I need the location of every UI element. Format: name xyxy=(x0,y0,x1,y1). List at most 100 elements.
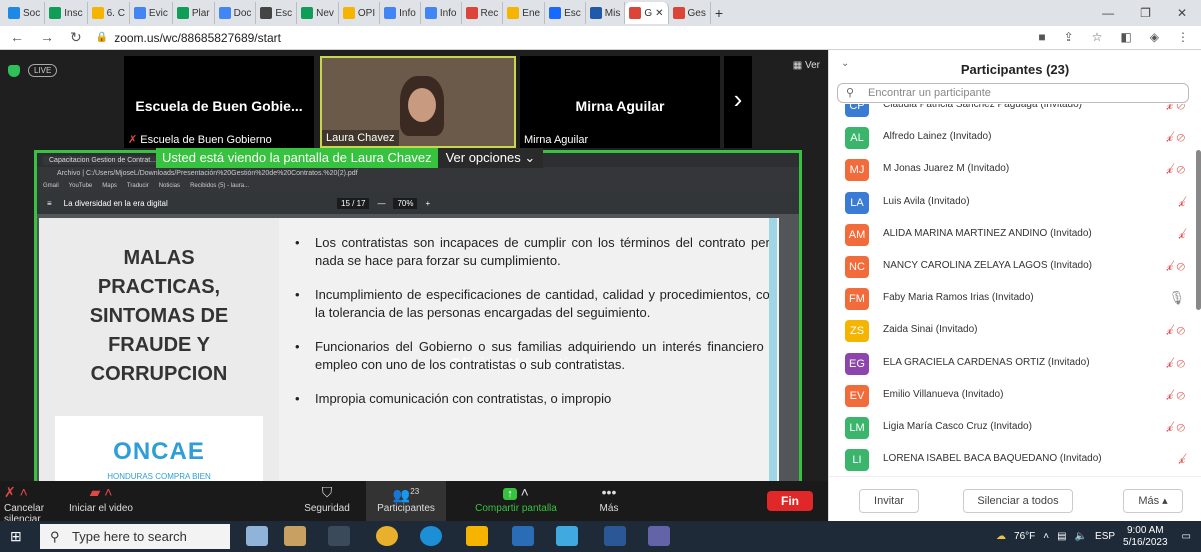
participant-row[interactable]: LA Luis Avila (Invitado) 𝓍̸ xyxy=(829,187,1201,219)
browser-tab[interactable]: Evic xyxy=(130,2,173,24)
notifications-icon[interactable]: ▭ xyxy=(1182,531,1191,542)
mute-all-button[interactable]: Silenciar a todos xyxy=(963,489,1073,513)
tile-big-name: Mirna Aguilar xyxy=(575,98,665,114)
participant-row[interactable]: ZS Zaida Sinai (Invitado) 𝓍̸ ⊘ xyxy=(829,315,1201,347)
menu-icon[interactable]: ⋮ xyxy=(1177,30,1189,44)
participant-row[interactable]: EV Emilio Villanueva (Invitado) 𝓍̸ ⊘ xyxy=(829,380,1201,412)
new-tab-button[interactable]: + xyxy=(711,2,727,24)
camera-icon[interactable]: ■ xyxy=(1038,30,1045,44)
url-text[interactable]: zoom.us/wc/88685827689/start xyxy=(114,31,281,45)
participant-scrollbar[interactable] xyxy=(1196,150,1201,310)
participant-row[interactable]: AM ALIDA MARINA MARTINEZ ANDINO (Invitado… xyxy=(829,219,1201,251)
sidebar-icon[interactable]: ◧ xyxy=(1120,30,1131,44)
volume-icon[interactable]: 🔈 xyxy=(1075,531,1087,542)
taskbar-app-icon[interactable] xyxy=(246,526,268,546)
more-options-button[interactable]: Más ▴ xyxy=(1123,489,1183,513)
participant-row[interactable]: CP Claudia Patricia Sanchez Paguaga (Invi… xyxy=(829,104,1201,122)
extension-icon[interactable]: ◈ xyxy=(1150,30,1159,44)
browser-tab[interactable]: Rec xyxy=(462,2,504,24)
back-icon[interactable]: ← xyxy=(10,29,24,46)
tile-big-name: Escuela de Buen Gobie... xyxy=(135,98,303,114)
clock[interactable]: 9:00 AM 5/16/2023 xyxy=(1123,525,1168,549)
participant-avatar: CP xyxy=(845,104,869,117)
browser-tab[interactable]: Ene xyxy=(503,2,546,24)
close-window-icon[interactable]: ✕ xyxy=(1177,6,1187,20)
search-icon: ⚲ xyxy=(50,529,60,544)
tab-favicon-icon xyxy=(49,7,62,19)
share-icon[interactable]: ⇪ xyxy=(1064,30,1074,44)
participants-panel: ⌄ Participantes (23) ⚲ Encontrar un part… xyxy=(828,50,1201,521)
close-tab-icon[interactable]: ✕ xyxy=(655,8,663,19)
tab-favicon-icon xyxy=(8,7,20,19)
restore-icon[interactable]: ❐ xyxy=(1140,6,1151,20)
tab-favicon-icon xyxy=(91,7,104,19)
task-view-icon[interactable] xyxy=(328,526,350,546)
browser-tab[interactable]: Doc xyxy=(215,2,257,24)
invite-button[interactable]: Invitar xyxy=(859,489,919,513)
tab-favicon-icon xyxy=(218,7,231,19)
share-screen-button[interactable]: ↑ ˄ Compartir pantalla xyxy=(466,481,566,521)
participant-status-icons: 𝓍̸ xyxy=(1179,194,1185,210)
file-explorer-icon[interactable] xyxy=(284,526,306,546)
more-button[interactable]: ••• Más xyxy=(584,481,634,521)
participant-avatar: LA xyxy=(845,191,869,214)
participant-status-icons: 𝓍̸ ⊘ xyxy=(1167,161,1185,177)
participant-row[interactable]: LM Ligia María Casco Cruz (Invitado) 𝓍̸ ⊘ xyxy=(829,412,1201,444)
participant-row[interactable]: EG ELA GRACIELA CARDENAS ORTIZ (Invitado)… xyxy=(829,348,1201,380)
mic-muted-icon: 𝓍̸ xyxy=(1166,258,1173,273)
participant-avatar: LM xyxy=(845,417,869,439)
store-icon[interactable] xyxy=(512,526,534,546)
bookmark-star-icon[interactable]: ☆ xyxy=(1092,30,1103,44)
view-options-button[interactable]: Ver opciones ⌄ xyxy=(437,148,544,168)
participant-row[interactable]: FM Faby Maria Ramos Irias (Invitado) 🎙 xyxy=(829,283,1201,315)
browser-tab[interactable]: Info xyxy=(380,2,421,24)
browser-tab[interactable]: Ges xyxy=(669,2,711,24)
start-video-button[interactable]: ▰ ˄ Iniciar el video xyxy=(68,481,134,521)
video-tile-escuela[interactable]: Escuela de Buen Gobie... ✗ Escuela de Bu… xyxy=(124,56,314,148)
mail-icon[interactable] xyxy=(556,526,578,546)
tab-favicon-icon xyxy=(301,7,314,19)
participant-row[interactable]: LI LORENA ISABEL BACA BAQUEDANO (Invitado… xyxy=(829,444,1201,476)
network-icon[interactable]: ▤ xyxy=(1057,531,1066,542)
forward-icon[interactable]: → xyxy=(40,29,54,46)
browser-tab[interactable]: Info xyxy=(421,2,462,24)
tab-favicon-icon xyxy=(384,7,397,19)
live-indicator: LIVE xyxy=(8,64,58,77)
video-tile-laura[interactable]: Laura Chavez xyxy=(320,56,516,148)
teams-icon[interactable] xyxy=(648,526,670,546)
video-tile-mirna[interactable]: Mirna Aguilar Mirna Aguilar xyxy=(520,56,720,148)
security-button[interactable]: ⛉ Seguridad xyxy=(292,481,362,521)
browser-tab[interactable]: 6. C xyxy=(88,2,130,24)
chrome-icon[interactable] xyxy=(376,526,398,546)
participants-button[interactable]: 👥23 Participantes xyxy=(366,481,446,521)
windows-start-icon[interactable]: ⊞ xyxy=(10,528,22,545)
browser-tab[interactable]: Plar xyxy=(173,2,215,24)
unmute-button[interactable]: ✗ ˄ Cancelar silenciar xyxy=(4,481,68,525)
browser-tab[interactable]: Esc xyxy=(256,2,298,24)
browser-tab[interactable]: Esc xyxy=(545,2,586,24)
folder-icon[interactable] xyxy=(466,526,488,546)
reload-icon[interactable]: ↻ xyxy=(70,29,82,46)
end-meeting-button[interactable]: Fin xyxy=(767,491,813,511)
next-tiles-button[interactable]: › xyxy=(724,56,752,148)
participant-row[interactable]: AL Alfredo Lainez (Invitado) 𝓍̸ ⊘ xyxy=(829,122,1201,154)
browser-tab[interactable]: Soc xyxy=(4,2,46,24)
language-indicator[interactable]: ESP xyxy=(1095,531,1115,542)
word-icon[interactable] xyxy=(604,526,626,546)
participant-row[interactable]: NC NANCY CAROLINA ZELAYA LAGOS (Invitado)… xyxy=(829,251,1201,283)
participant-name: Ligia María Casco Cruz (Invitado) xyxy=(883,421,1032,432)
live-badge: LIVE xyxy=(28,64,58,77)
view-button[interactable]: ▦ Ver xyxy=(793,60,820,71)
tray-chevron-icon[interactable]: ˄ xyxy=(1043,531,1049,542)
participant-row[interactable]: MJ M Jonas Juarez M (Invitado) 𝓍̸ ⊘ xyxy=(829,154,1201,186)
minimize-icon[interactable]: — xyxy=(1102,6,1114,20)
browser-tab[interactable]: G ✕ xyxy=(625,2,669,24)
edge-icon[interactable] xyxy=(420,526,442,546)
participant-search-input[interactable]: ⚲ Encontrar un participante xyxy=(837,83,1189,103)
browser-tab[interactable]: Mis xyxy=(586,2,626,24)
browser-tab[interactable]: Insc xyxy=(45,2,88,24)
browser-tab[interactable]: OPI xyxy=(339,2,381,24)
browser-tab[interactable]: Nev xyxy=(297,2,339,24)
taskbar-search-input[interactable]: ⚲ Type here to search xyxy=(40,524,230,549)
inner-address-bar: Archivo | C:/Users/MjoseL/Downloads/Pres… xyxy=(37,167,799,180)
